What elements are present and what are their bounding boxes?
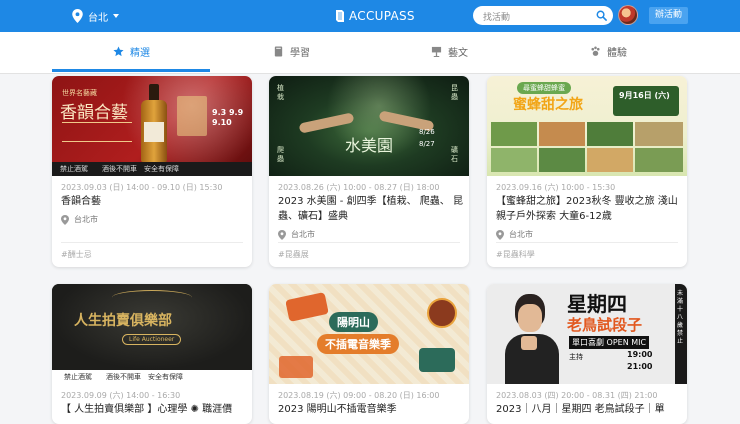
event-title[interactable]: 【 人生拍賣俱樂部 】心理學 ✺ 職涯價 (61, 402, 247, 417)
event-date: 2023.08.26 (六) 10:00 - 08.27 (日) 18:00 (278, 183, 440, 192)
poster-subtitle: Life Auctioneer (122, 334, 182, 345)
event-card[interactable]: 星期四 老鳥試段子 單口喜劇 OPEN MIC 主持 19:00 21:00 未… (487, 284, 687, 424)
card-divider (278, 242, 460, 243)
event-date: 2023.08.19 (六) 09:00 - 08.20 (日) 16:00 (278, 391, 440, 400)
easel-icon (431, 46, 442, 57)
poster-date: 8/26 (419, 128, 435, 136)
poster-time: 21:00 (627, 362, 653, 371)
event-poster[interactable]: 人生拍賣俱樂部 Life Auctioneer 禁止酒駕 酒後不開車 安全有保障 (52, 284, 252, 384)
poster-headline: 不插電音樂季 (317, 334, 399, 354)
poster-caption: 尋蜜蜂甜蜂蜜 (517, 82, 571, 94)
location-selector[interactable]: 台北 (72, 8, 119, 24)
tab-arts[interactable]: 藝文 (431, 43, 468, 59)
book-icon (274, 45, 283, 57)
poster-text: 礦石 (451, 146, 458, 163)
chevron-down-icon (113, 14, 119, 18)
poster-footer: 禁止酒駕 酒後不開車 安全有保障 (64, 373, 183, 381)
poster-footer: 禁止酒駕 酒後不開車 安全有保障 (60, 165, 179, 173)
poster-dates: 9.3 9.9 9.10 (212, 108, 244, 127)
tab-learning[interactable]: 學習 (273, 43, 310, 59)
tab-label: 體驗 (607, 47, 627, 59)
tab-experience[interactable]: 體驗 (590, 43, 627, 59)
location-label: 台北市 (74, 215, 98, 224)
category-tabs: 精選 學習 藝文 體驗 (0, 32, 740, 74)
brand-logo[interactable]: ACCUPASS (335, 7, 415, 25)
location-label: 台北市 (509, 230, 533, 239)
map-pin-icon (278, 229, 286, 240)
poster-headline: 老鳥試段子 (567, 316, 643, 334)
event-date: 2023.09.03 (日) 14:00 - 09.10 (日) 15:30 (61, 183, 223, 192)
event-poster[interactable]: 世界名藝藏 香韻合藝 9.3 9.9 9.10 禁止酒駕 酒後不開車 安全有保障 (52, 76, 252, 176)
event-card[interactable]: 世界名藝藏 香韻合藝 9.3 9.9 9.10 禁止酒駕 酒後不開車 安全有保障… (52, 76, 252, 267)
performer-photo (501, 290, 563, 384)
event-location: 台北市 (61, 214, 98, 225)
poster-time: 19:00 (627, 350, 653, 359)
event-poster[interactable]: 陽明山 不插電音樂季 (269, 284, 469, 384)
event-tag[interactable]: #酬士忌 (61, 249, 92, 260)
poster-text: 未滿十八歲禁止 (677, 290, 684, 345)
card-divider (61, 242, 243, 243)
card-divider (496, 242, 678, 243)
poster-headline: 蜜蜂甜之旅 (513, 97, 583, 113)
event-card[interactable]: 陽明山 不插電音樂季 2023.08.19 (六) 09:00 - 08.20 … (269, 284, 469, 424)
tab-label: 藝文 (448, 47, 468, 59)
poster-headline: 香韻合藝 (60, 103, 128, 123)
event-card[interactable]: 人生拍賣俱樂部 Life Auctioneer 禁止酒駕 酒後不開車 安全有保障… (52, 284, 252, 424)
event-poster[interactable]: 植栽 爬蟲 昆蟲 礦石 水美園 8/26 8/27 (269, 76, 469, 176)
poster-subtitle: 單口喜劇 OPEN MIC (569, 336, 650, 349)
tab-label: 精選 (130, 47, 150, 59)
event-location: 台北市 (496, 229, 533, 240)
poster-badge: 9月16日 (六) (619, 91, 670, 100)
event-date: 2023.09.09 (六) 14:00 - 16:30 (61, 391, 181, 400)
map-pin-icon (496, 229, 504, 240)
event-tag[interactable]: #昆蟲科學 (496, 249, 535, 260)
poster-text: 昆蟲 (451, 84, 458, 101)
photo-collage (491, 122, 683, 172)
tab-featured[interactable]: 精選 (113, 43, 150, 59)
location-label: 台北 (88, 12, 108, 24)
event-location: 台北市 (278, 229, 315, 240)
event-title[interactable]: 2023 陽明山不插電音樂季 (278, 402, 464, 417)
map-pin-icon (72, 9, 83, 23)
event-date: 2023.09.16 (六) 10:00 - 15:30 (496, 183, 616, 192)
event-title[interactable]: 【蜜蜂甜之旅】2023秋冬 豐收之旅 淺山親子戶外探索 大童6-12歲 (496, 194, 682, 224)
poster-headline: 星期四 (567, 292, 627, 316)
poster-date: 8/27 (419, 140, 435, 148)
top-bar: 台北 ACCUPASS 找活動 辦活動 (0, 0, 740, 32)
event-card[interactable]: 植栽 爬蟲 昆蟲 礦石 水美園 8/26 8/27 2023.08.26 (六)… (269, 76, 469, 267)
tab-label: 學習 (290, 47, 310, 59)
poster-text: 爬蟲 (277, 146, 284, 163)
event-card[interactable]: 尋蜜蜂甜蜂蜜 蜜蜂甜之旅 9月16日 (六) 2023.09.16 (六) 10… (487, 76, 687, 267)
search-placeholder: 找活動 (483, 13, 511, 23)
user-avatar[interactable] (618, 5, 638, 25)
poster-text: 植栽 (277, 84, 284, 101)
event-title[interactable]: 香韻合藝 (61, 194, 247, 209)
location-label: 台北市 (291, 230, 315, 239)
poster-text: 主持 (569, 353, 583, 361)
search-icon[interactable] (596, 10, 607, 21)
poster-headline: 陽明山 (329, 312, 378, 332)
star-icon (113, 45, 124, 56)
map-pin-icon (61, 214, 69, 225)
accupass-logo-icon (336, 10, 344, 22)
whisky-bottle-illustration (140, 84, 168, 164)
poster-headline: 水美園 (345, 136, 394, 155)
brand-name: ACCUPASS (349, 9, 415, 23)
host-event-button[interactable]: 辦活動 (649, 7, 688, 24)
paw-icon (591, 46, 600, 56)
active-tab-indicator (52, 69, 210, 72)
poster-headline: 人生拍賣俱樂部 (74, 313, 172, 329)
event-date: 2023.08.03 (四) 20:00 - 08.31 (四) 21:00 (496, 391, 658, 400)
event-poster[interactable]: 尋蜜蜂甜蜂蜜 蜜蜂甜之旅 9月16日 (六) (487, 76, 687, 176)
poster-caption: 世界名藝藏 (62, 89, 97, 97)
search-input[interactable]: 找活動 (473, 6, 613, 25)
event-poster[interactable]: 星期四 老鳥試段子 單口喜劇 OPEN MIC 主持 19:00 21:00 未… (487, 284, 687, 384)
event-title[interactable]: 2023 水美園 - 創四季【植栽、 爬蟲、 昆蟲、礦石】盛典 (278, 194, 464, 224)
event-title[interactable]: 2023｜八月｜星期四 老鳥試段子｜單 (496, 402, 682, 417)
event-tag[interactable]: #昆蟲展 (278, 249, 309, 260)
